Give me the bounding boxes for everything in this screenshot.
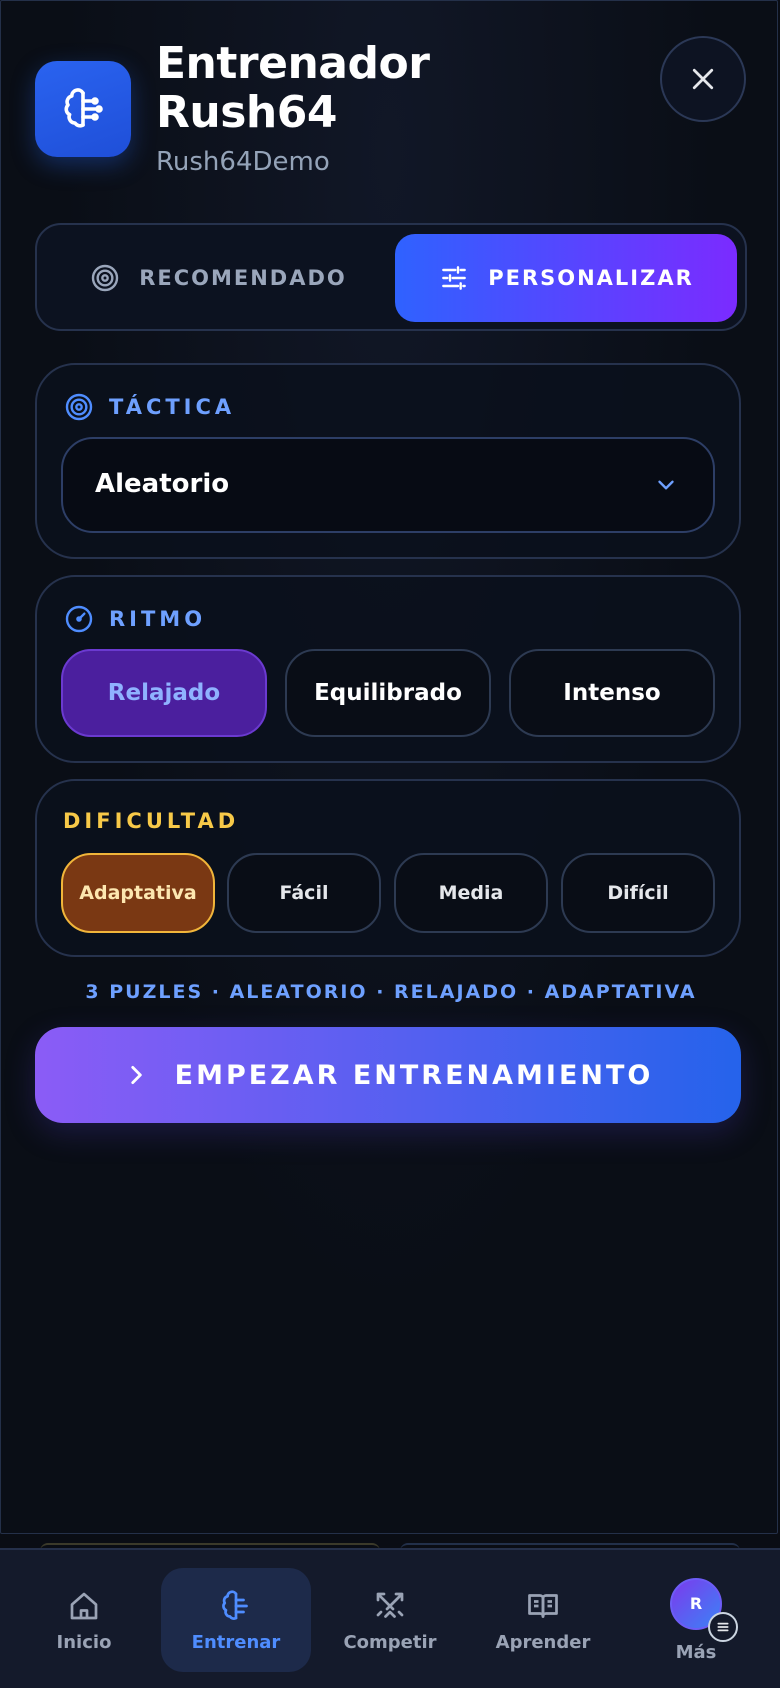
tab-recommended-label: RECOMENDADO	[139, 266, 347, 290]
start-training-label: EMPEZAR ENTRENAMIENTO	[174, 1059, 654, 1091]
chevron-down-icon	[658, 480, 674, 490]
gauge-icon	[65, 605, 93, 633]
nav-label: Aprender	[495, 1631, 591, 1653]
difficulty-option-label: Adaptativa	[79, 882, 197, 904]
tactic-card: TÁCTICA Aleatorio	[35, 363, 741, 559]
nav-aprender[interactable]: Aprender	[468, 1568, 618, 1672]
tab-recommended[interactable]: RECOMENDADO	[47, 234, 389, 322]
brain-icon	[222, 1589, 248, 1620]
nav-label: Competir	[343, 1631, 437, 1653]
nav-inicio[interactable]: Inicio	[9, 1568, 159, 1672]
nav-label: Más	[675, 1641, 717, 1663]
menu-icon	[708, 1611, 738, 1642]
tab-customize[interactable]: PERSONALIZAR	[395, 234, 737, 322]
swords-icon	[376, 1592, 404, 1618]
rhythm-option-label: Equilibrado	[314, 680, 462, 706]
trainer-panel: Entrenador Rush64 Rush64Demo RECOMENDADO…	[0, 0, 778, 1534]
close-button[interactable]	[660, 36, 746, 122]
difficulty-option-dificil[interactable]: Difícil	[561, 853, 715, 933]
rhythm-option-label: Intenso	[563, 680, 661, 706]
tactic-select[interactable]: Aleatorio	[61, 437, 715, 533]
difficulty-option-facil[interactable]: Fácil	[227, 853, 381, 933]
avatar-initial: R	[689, 1594, 703, 1613]
close-icon	[692, 68, 714, 90]
nav-mas[interactable]: R Más	[621, 1568, 771, 1672]
difficulty-option-adaptativa[interactable]: Adaptativa	[61, 853, 215, 933]
rhythm-card: RITMO Relajado Equilibrado Intenso	[35, 575, 741, 763]
brain-icon	[35, 61, 131, 157]
difficulty-card: DIFICULTAD Adaptativa Fácil Media Difíci…	[35, 779, 741, 957]
rhythm-header: RITMO	[63, 603, 206, 635]
rhythm-label: RITMO	[109, 607, 207, 631]
sliders-icon	[442, 266, 467, 290]
avatar: R	[670, 1577, 738, 1642]
title-line-2: Rush64	[156, 87, 337, 138]
nav-label: Inicio	[56, 1631, 112, 1653]
rhythm-option-intenso[interactable]: Intenso	[509, 649, 715, 737]
difficulty-label: DIFICULTAD	[63, 809, 240, 833]
page-title: Entrenador Rush64	[156, 39, 576, 137]
mode-switch: RECOMENDADO PERSONALIZAR	[35, 223, 747, 331]
bottom-nav: Inicio Entrenar Competir Aprender R Más	[0, 1548, 780, 1688]
tactic-label: TÁCTICA	[109, 395, 236, 419]
difficulty-option-label: Difícil	[607, 882, 669, 904]
title-line-1: Entrenador	[156, 38, 430, 89]
tactic-select-value: Aleatorio	[95, 469, 230, 499]
home-icon	[70, 1592, 98, 1619]
rhythm-option-equilibrado[interactable]: Equilibrado	[285, 649, 491, 737]
difficulty-header: DIFICULTAD	[63, 809, 239, 833]
book-icon	[528, 1593, 558, 1618]
difficulty-option-label: Fácil	[279, 882, 329, 904]
nav-label: Entrenar	[191, 1631, 281, 1653]
username-subtitle: Rush64Demo	[156, 147, 330, 177]
rhythm-option-relajado[interactable]: Relajado	[61, 649, 267, 737]
rhythm-option-label: Relajado	[107, 680, 221, 706]
target-icon	[92, 264, 119, 292]
selection-summary: 3 PUZLES · ALEATORIO · RELAJADO · ADAPTA…	[85, 981, 697, 1003]
chevron-right-icon	[130, 1066, 142, 1084]
start-training-button[interactable]: EMPEZAR ENTRENAMIENTO	[35, 1027, 741, 1123]
nav-entrenar[interactable]: Entrenar	[161, 1568, 311, 1672]
tactic-header: TÁCTICA	[63, 391, 235, 423]
nav-competir[interactable]: Competir	[315, 1568, 465, 1672]
target-icon	[65, 393, 93, 421]
difficulty-option-media[interactable]: Media	[394, 853, 548, 933]
difficulty-option-label: Media	[438, 882, 504, 904]
tab-customize-label: PERSONALIZAR	[488, 266, 694, 290]
